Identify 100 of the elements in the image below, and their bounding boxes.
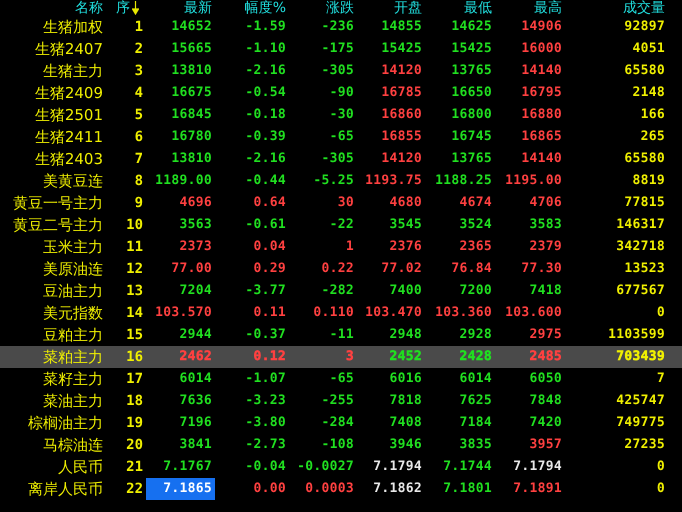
instrument-name[interactable]: 菜油主力 — [0, 390, 106, 412]
row-number: 3 — [134, 62, 144, 81]
column-header[interactable]: 序 — [116, 0, 130, 16]
table-cell: 15425 — [381, 41, 422, 56]
table-cell: 3957 — [529, 437, 562, 452]
table-cell-text: 65580 — [623, 62, 666, 80]
table-cell: 2462 — [179, 349, 212, 364]
table-cell: 14652 — [171, 19, 212, 34]
column-header[interactable]: 开盘 — [394, 0, 422, 16]
table-cell: -65 — [330, 371, 354, 386]
table-cell: -1.07 — [245, 371, 286, 386]
column-header[interactable]: 最新 — [184, 0, 212, 16]
instrument-name[interactable]: 离岸人民币 — [0, 478, 106, 500]
table-cell: -11 — [330, 327, 354, 342]
table-cell: 7.1767 — [163, 459, 212, 474]
table-cell: 3563 — [179, 217, 212, 232]
table-cell: 2452 — [389, 349, 422, 364]
table-cell: -0.61 — [245, 217, 286, 232]
table-cell: -3.77 — [245, 283, 286, 298]
table-cell: 0.22 — [321, 261, 354, 276]
table-cell: 4674 — [459, 195, 492, 210]
table-cell: 7408 — [389, 415, 422, 430]
table-cell: 16780 — [171, 129, 212, 144]
table-cell: 103.570 — [155, 305, 212, 320]
instrument-name[interactable]: 人民币 — [0, 456, 106, 478]
instrument-name[interactable]: 生猪2409 — [0, 82, 106, 104]
table-cell: -0.37 — [245, 327, 286, 342]
instrument-name[interactable]: 美黄豆连 — [0, 170, 106, 192]
row-number: 17 — [125, 370, 144, 389]
instrument-name[interactable]: 黄豆一号主力 — [0, 192, 106, 214]
table-cell-text: 8819 — [631, 172, 666, 190]
table-cell: 7818 — [389, 393, 422, 408]
column-header[interactable]: 名称 — [75, 0, 103, 16]
table-cell: 0.29 — [253, 261, 286, 276]
instrument-name[interactable]: 生猪2403 — [0, 148, 106, 170]
table-cell-text: 65580 — [623, 150, 666, 168]
instrument-name[interactable]: 生猪主力 — [0, 60, 106, 82]
instrument-name[interactable]: 豆油主力 — [0, 280, 106, 302]
instrument-name[interactable]: 黄豆二号主力 — [0, 214, 106, 236]
table-cell: -0.18 — [245, 107, 286, 122]
table-cell: 14140 — [521, 63, 562, 78]
instrument-name[interactable]: 生猪加权 — [0, 16, 106, 38]
table-cell: 16000 — [521, 41, 562, 56]
table-cell: -282 — [321, 283, 354, 298]
table-cell: 7204 — [179, 283, 212, 298]
table-cell: 13810 — [171, 151, 212, 166]
table-cell-text: 7 — [656, 370, 666, 388]
instrument-name[interactable]: 生猪2411 — [0, 126, 106, 148]
table-cell-text: 0 — [656, 304, 666, 322]
column-header[interactable]: 幅度% — [244, 0, 286, 16]
table-cell: 77.00 — [171, 261, 212, 276]
table-cell: 7.1862 — [373, 481, 422, 496]
table-cell: 16800 — [451, 107, 492, 122]
instrument-name[interactable]: 生猪2407 — [0, 38, 106, 60]
table-cell-text: 13523 — [623, 260, 666, 278]
table-cell: 7184 — [459, 415, 492, 430]
instrument-name[interactable]: 菜粕主力 — [0, 346, 106, 368]
instrument-name[interactable]: 美元指数 — [0, 302, 106, 324]
table-cell-text: 425747 — [615, 392, 666, 410]
highlighted-row[interactable]: 菜粕主力 16 2462 0.12 3 2452 2428 2485 703439 — [0, 346, 682, 368]
table-cell: -284 — [321, 415, 354, 430]
row-number: 18 — [125, 392, 144, 411]
instrument-name[interactable]: 菜籽主力 — [0, 368, 106, 390]
table-cell: 3524 — [459, 217, 492, 232]
table-cell: 13810 — [171, 63, 212, 78]
table-cell: 103.470 — [365, 305, 422, 320]
column-header[interactable]: 涨跌 — [326, 0, 354, 16]
table-cell: -1.59 — [245, 19, 286, 34]
table-cell: -175 — [321, 41, 354, 56]
table-cell: 7.1801 — [443, 481, 492, 496]
table-cell: -0.39 — [245, 129, 286, 144]
table-cell: 3 — [346, 349, 354, 364]
row-number: 5 — [134, 106, 144, 125]
table-cell: 3545 — [389, 217, 422, 232]
table-cell: 4696 — [179, 195, 212, 210]
table-cell: 15665 — [171, 41, 212, 56]
instrument-name[interactable]: 玉米主力 — [0, 236, 106, 258]
table-cell: 0.11 — [253, 305, 286, 320]
instrument-name[interactable]: 美原油连 — [0, 258, 106, 280]
column-header[interactable]: 最高 — [534, 0, 562, 16]
instrument-name[interactable]: 棕榈油主力 — [0, 412, 106, 434]
table-cell-text: 77815 — [623, 194, 666, 212]
table-cell: 7200 — [459, 283, 492, 298]
table-cell: -0.0027 — [297, 459, 354, 474]
column-header[interactable]: 最低 — [464, 0, 492, 16]
row-number: 15 — [125, 326, 144, 345]
row-number: 8 — [134, 172, 144, 191]
instrument-name[interactable]: 豆粕主力 — [0, 324, 106, 346]
instrument-name[interactable]: 生猪2501 — [0, 104, 106, 126]
table-cell-text: 0 — [656, 480, 666, 498]
table-cell: 0.00 — [253, 481, 286, 496]
column-header[interactable]: 成交量 — [623, 0, 665, 16]
table-cell: 3835 — [459, 437, 492, 452]
table-cell: 7420 — [529, 415, 562, 430]
instrument-name[interactable]: 马棕油连 — [0, 434, 106, 456]
table-cell: 6014 — [179, 371, 212, 386]
row-number: 20 — [125, 436, 144, 455]
row-number: 11 — [125, 238, 144, 257]
row-number: 4 — [134, 84, 144, 103]
row-number: 7 — [134, 150, 144, 169]
